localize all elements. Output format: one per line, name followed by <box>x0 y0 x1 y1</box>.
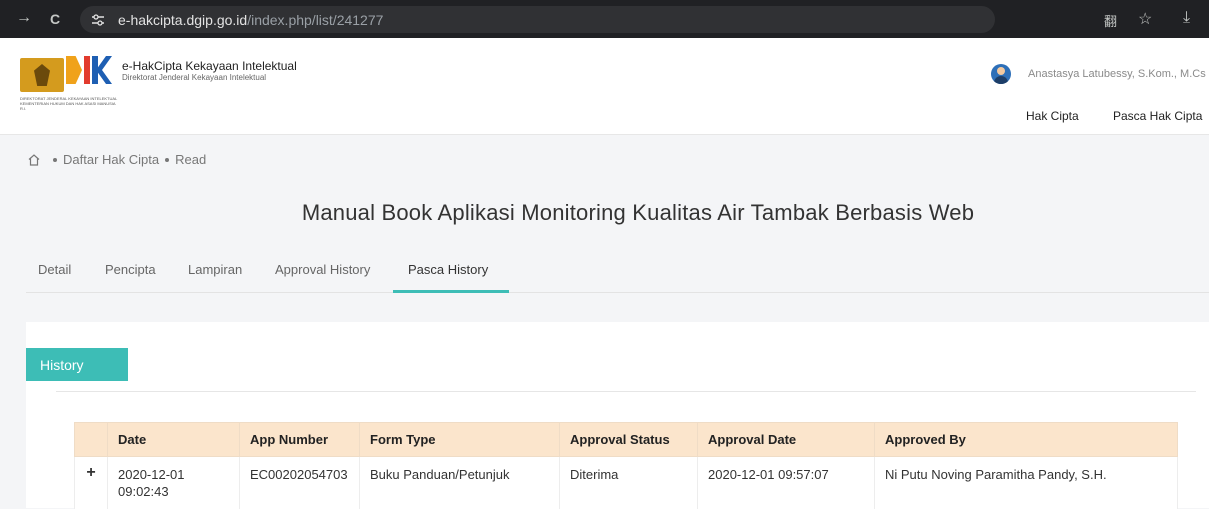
home-icon[interactable] <box>27 153 41 167</box>
history-button[interactable]: History <box>26 348 128 381</box>
breadcrumb-separator <box>53 158 57 162</box>
active-tab-indicator <box>393 290 509 293</box>
page-title: Manual Book Aplikasi Monitoring Kualitas… <box>0 200 1209 226</box>
tab-bar: Detail Pencipta Lampiran Approval Histor… <box>26 256 1209 293</box>
tab-pasca-history[interactable]: Pasca History <box>408 262 488 277</box>
table-row: + 2020-12-01 09:02:43 EC00202054703 Buku… <box>75 457 1178 509</box>
forward-icon[interactable]: → <box>16 9 32 27</box>
ministry-emblem-logo <box>20 58 64 92</box>
history-table: Date App Number Form Type Approval Statu… <box>74 422 1178 509</box>
url-host: e-hakcipta.dgip.go.id <box>118 12 247 28</box>
reload-icon[interactable]: C <box>50 11 60 27</box>
breadcrumb-item-read: Read <box>175 152 206 167</box>
cell-approved-by: Ni Putu Noving Paramitha Pandy, S.H. <box>875 457 1178 509</box>
tab-detail[interactable]: Detail <box>38 262 71 277</box>
menu-pasca-hak-cipta[interactable]: Pasca Hak Cipta <box>1113 109 1202 123</box>
column-header-app-number: App Number <box>240 423 360 457</box>
brand-subtitle: Direktorat Jenderal Kekayaan Intelektual <box>122 73 266 82</box>
download-icon[interactable]: ⤓ <box>1183 9 1190 27</box>
cell-approval-status: Diterima <box>560 457 698 509</box>
breadcrumb-item-daftar-hak-cipta[interactable]: Daftar Hak Cipta <box>63 152 159 167</box>
column-header-approved-by: Approved By <box>875 423 1178 457</box>
history-card: History Date App Number Form Type Approv… <box>26 322 1209 508</box>
dji-logo[interactable] <box>66 56 112 84</box>
address-bar[interactable]: e-hakcipta.dgip.go.id/index.php/list/241… <box>80 6 995 33</box>
breadcrumb-separator <box>165 158 169 162</box>
user-avatar[interactable] <box>991 64 1011 84</box>
column-header-approval-status: Approval Status <box>560 423 698 457</box>
tab-approval-history[interactable]: Approval History <box>275 262 370 277</box>
site-header: DIREKTORAT JENDERAL KEKAYAAN INTELEKTUAL… <box>0 38 1209 135</box>
org-line: DIREKTORAT JENDERAL KEKAYAAN INTELEKTUAL… <box>20 96 120 111</box>
user-name[interactable]: Anastasya Latubessy, S.Kom., M.Cs <box>1028 68 1206 80</box>
cell-form-type: Buku Panduan/Petunjuk <box>360 457 560 509</box>
expand-row-icon[interactable]: + <box>75 457 108 509</box>
tab-pencipta[interactable]: Pencipta <box>105 262 156 277</box>
cell-date-day: 2020-12-01 <box>118 466 229 483</box>
cell-app-number: EC00202054703 <box>240 457 360 509</box>
column-header-form-type: Form Type <box>360 423 560 457</box>
column-header-approval-date: Approval Date <box>698 423 875 457</box>
column-header-date: Date <box>108 423 240 457</box>
translate-icon[interactable]: 翻 <box>1104 11 1117 30</box>
divider <box>56 391 1196 392</box>
menu-hak-cipta[interactable]: Hak Cipta <box>1026 109 1079 123</box>
tab-lampiran[interactable]: Lampiran <box>188 262 242 277</box>
site-info-icon[interactable] <box>88 11 108 29</box>
table-header-row: Date App Number Form Type Approval Statu… <box>75 423 1178 457</box>
brand-title: e-HakCipta Kekayaan Intelektual <box>122 59 297 73</box>
cell-approval-date: 2020-12-01 09:57:07 <box>698 457 875 509</box>
cell-date: 2020-12-01 09:02:43 <box>108 457 240 509</box>
column-header-expand <box>75 423 108 457</box>
star-icon[interactable]: ☆ <box>1138 9 1152 29</box>
browser-toolbar: → C e-hakcipta.dgip.go.id/index.php/list… <box>0 0 1209 38</box>
url-path: /index.php/list/241277 <box>247 12 383 28</box>
cell-date-time: 09:02:43 <box>118 483 229 500</box>
breadcrumb: Daftar Hak Cipta Read <box>27 152 206 167</box>
